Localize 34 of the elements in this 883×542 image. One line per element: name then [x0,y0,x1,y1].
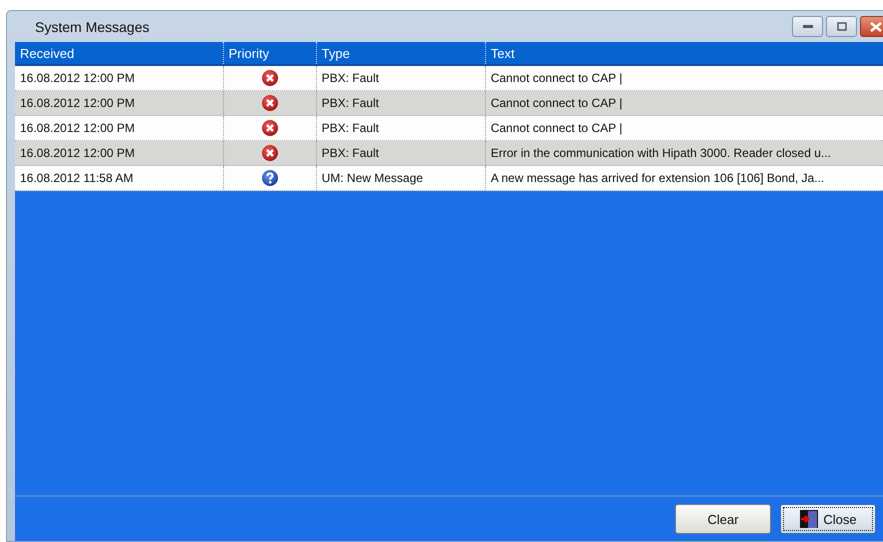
table-cell: 16.08.2012 12:00 PM [15,91,224,115]
table-cell-text: Cannot connect to CAP | [490,95,624,112]
door-exit-icon [799,509,820,529]
table-cell-text: A new message has arrived for extension 106 [106] Bond, Ja... [490,170,826,187]
table-cell-text: Error in the communication with Hipath 3000. Reader closed u... [490,145,832,162]
column-header[interactable]: Received [15,42,224,64]
close-icon [870,22,882,32]
maximize-button[interactable] [826,16,857,37]
table-cell: UM: New Message [316,166,486,190]
question-icon [260,169,279,187]
error-icon [260,144,279,162]
minimize-button[interactable] [792,16,823,37]
table-cell: 16.08.2012 12:00 PM [15,116,224,140]
table-cell: 16.08.2012 12:00 PM [15,66,224,90]
column-header[interactable]: Priority [224,42,317,64]
column-header[interactable]: Type [316,42,486,64]
error-icon [260,69,279,87]
table-cell: 16.08.2012 12:00 PM [15,141,224,165]
table-cell: PBX: Fault [316,141,486,165]
table-cell: PBX: Fault [316,91,486,115]
close-window-button[interactable] [860,16,883,37]
table-cell: PBX: Fault [316,116,486,140]
error-icon [260,119,279,137]
column-header[interactable]: Text [486,42,883,64]
window-title: System Messages [35,18,150,34]
table-cell-text: Cannot connect to CAP | [490,120,624,137]
clear-button[interactable]: Clear [675,504,771,534]
maximize-icon [836,22,846,31]
close-button[interactable]: Close [780,504,876,534]
table-cell-text: Cannot connect to CAP | [490,70,624,87]
minimize-icon [802,24,814,30]
table-cell: 16.08.2012 11:58 AM [15,166,224,190]
table-cell: PBX: Fault [316,66,486,90]
error-icon [260,94,279,112]
